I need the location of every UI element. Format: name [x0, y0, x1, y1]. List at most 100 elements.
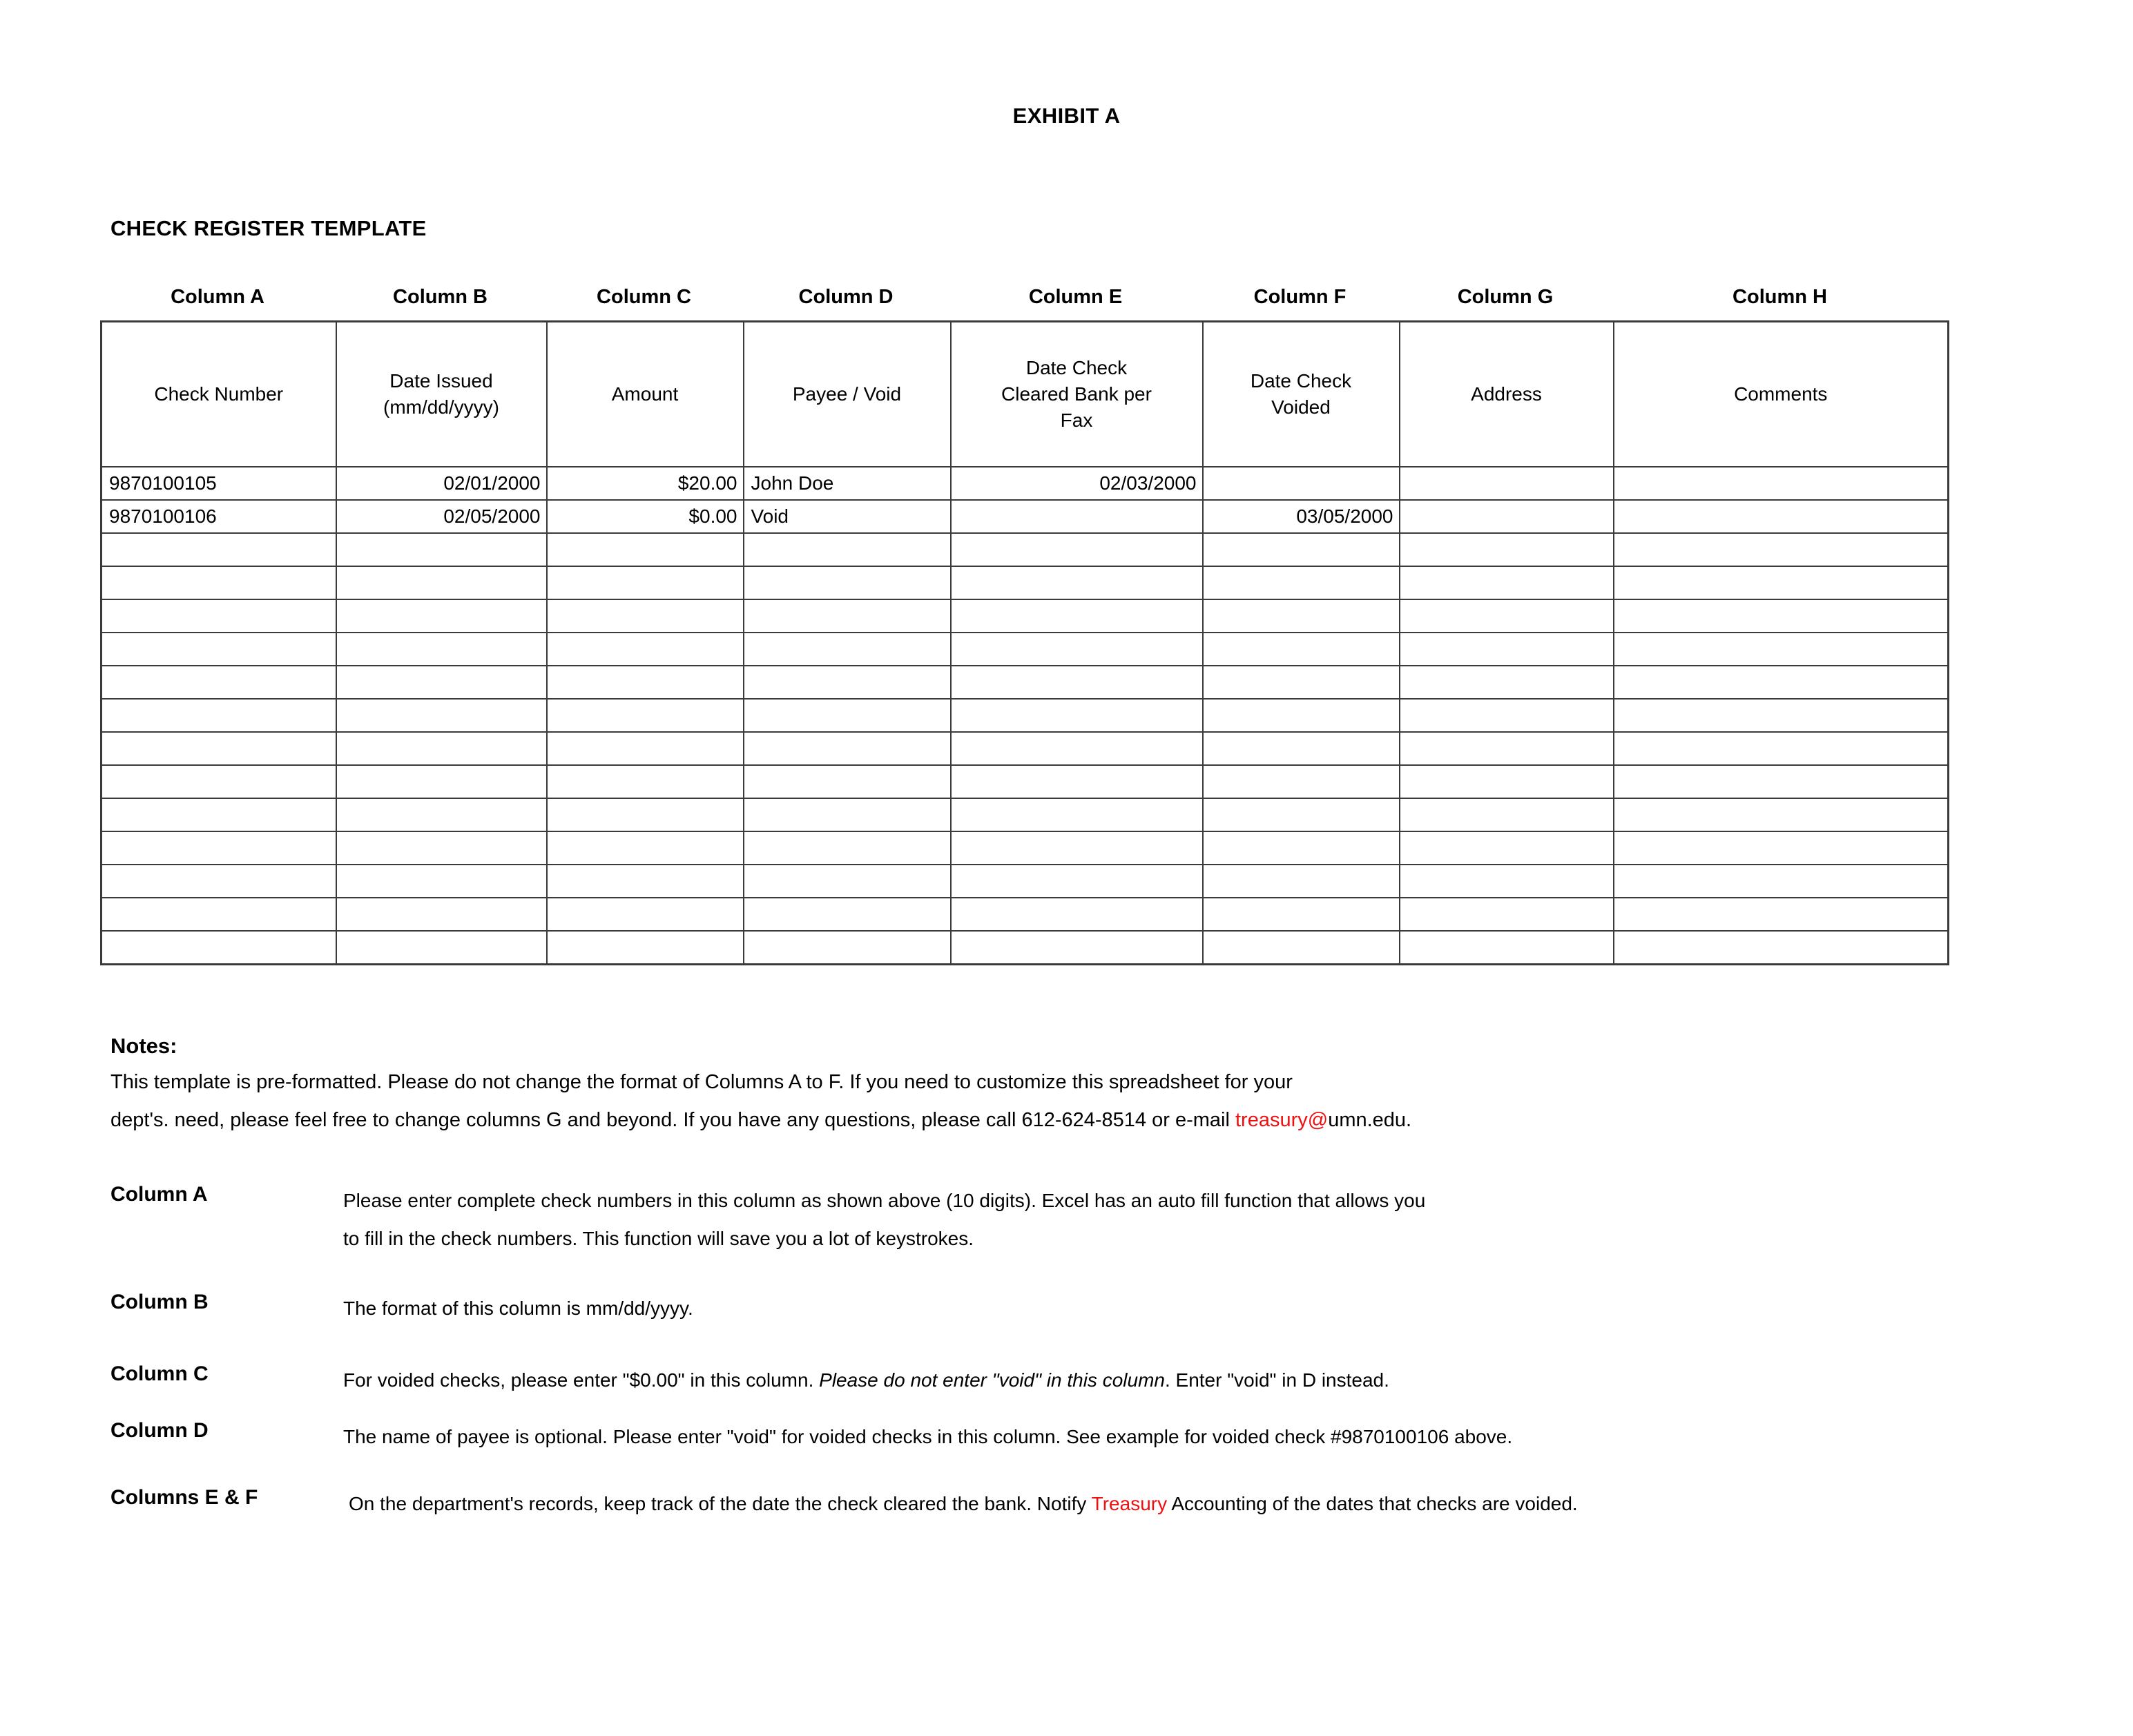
cell-empty[interactable]: [1398, 864, 1614, 898]
cell-empty[interactable]: [100, 665, 337, 700]
cell-empty[interactable]: [1612, 731, 1949, 766]
cell-empty[interactable]: [100, 798, 337, 832]
cell-empty[interactable]: [1398, 831, 1614, 865]
cell-empty[interactable]: [1201, 897, 1400, 932]
cell-empty[interactable]: [1612, 930, 1949, 965]
cell-empty[interactable]: [1612, 831, 1949, 865]
cell-empty[interactable]: [1398, 731, 1614, 766]
cell-empty[interactable]: [1201, 698, 1400, 733]
cell-empty[interactable]: [1612, 532, 1949, 567]
cell-empty[interactable]: [100, 566, 337, 600]
cell-empty[interactable]: [1612, 632, 1949, 666]
cell-empty[interactable]: [546, 930, 744, 965]
cell-check-number[interactable]: 9870100106: [100, 499, 337, 534]
cell-empty[interactable]: [1398, 599, 1614, 633]
cell-empty[interactable]: [1398, 632, 1614, 666]
cell-empty[interactable]: [949, 764, 1204, 799]
cell-empty[interactable]: [1398, 764, 1614, 799]
cell-empty[interactable]: [546, 831, 744, 865]
cell-empty[interactable]: [335, 897, 548, 932]
cell-date-voided[interactable]: [1201, 466, 1400, 501]
cell-empty[interactable]: [949, 798, 1204, 832]
cell-empty[interactable]: [949, 532, 1204, 567]
cell-address[interactable]: [1398, 466, 1614, 501]
cell-empty[interactable]: [1201, 599, 1400, 633]
cell-empty[interactable]: [100, 764, 337, 799]
table-row-empty[interactable]: [100, 532, 1949, 567]
cell-empty[interactable]: [949, 566, 1204, 600]
table-row[interactable]: 9870100106 02/05/2000 $0.00 Void 03/05/2…: [100, 499, 1949, 534]
cell-empty[interactable]: [1201, 831, 1400, 865]
cell-empty[interactable]: [949, 930, 1204, 965]
cell-empty[interactable]: [335, 532, 548, 567]
cell-empty[interactable]: [1201, 731, 1400, 766]
cell-empty[interactable]: [742, 599, 952, 633]
cell-amount[interactable]: $20.00: [546, 466, 744, 501]
table-row-empty[interactable]: [100, 698, 1949, 733]
cell-empty[interactable]: [949, 665, 1204, 700]
cell-empty[interactable]: [335, 798, 548, 832]
cell-empty[interactable]: [1398, 930, 1614, 965]
cell-empty[interactable]: [546, 698, 744, 733]
table-row-empty[interactable]: [100, 731, 1949, 766]
cell-empty[interactable]: [335, 731, 548, 766]
cell-empty[interactable]: [335, 599, 548, 633]
table-row-empty[interactable]: [100, 930, 1949, 965]
table-row-empty[interactable]: [100, 632, 1949, 666]
cell-empty[interactable]: [100, 632, 337, 666]
cell-empty[interactable]: [1612, 864, 1949, 898]
cell-empty[interactable]: [742, 566, 952, 600]
cell-empty[interactable]: [1398, 698, 1614, 733]
cell-empty[interactable]: [1612, 665, 1949, 700]
cell-empty[interactable]: [100, 698, 337, 733]
cell-empty[interactable]: [100, 897, 337, 932]
cell-empty[interactable]: [742, 864, 952, 898]
cell-empty[interactable]: [1398, 566, 1614, 600]
cell-empty[interactable]: [742, 731, 952, 766]
cell-comments[interactable]: [1612, 499, 1949, 534]
cell-empty[interactable]: [546, 566, 744, 600]
cell-empty[interactable]: [100, 864, 337, 898]
cell-check-number[interactable]: 9870100105: [100, 466, 337, 501]
table-row-empty[interactable]: [100, 599, 1949, 633]
cell-empty[interactable]: [949, 831, 1204, 865]
cell-empty[interactable]: [1201, 632, 1400, 666]
cell-empty[interactable]: [335, 864, 548, 898]
cell-empty[interactable]: [1612, 798, 1949, 832]
cell-empty[interactable]: [546, 665, 744, 700]
cell-empty[interactable]: [1612, 764, 1949, 799]
cell-comments[interactable]: [1612, 466, 1949, 501]
cell-empty[interactable]: [949, 632, 1204, 666]
cell-empty[interactable]: [100, 731, 337, 766]
cell-address[interactable]: [1398, 499, 1614, 534]
cell-empty[interactable]: [335, 632, 548, 666]
table-row-empty[interactable]: [100, 831, 1949, 865]
cell-date-voided[interactable]: 03/05/2000: [1201, 499, 1400, 534]
cell-date-cleared[interactable]: [949, 499, 1204, 534]
cell-empty[interactable]: [335, 930, 548, 965]
table-row-empty[interactable]: [100, 897, 1949, 932]
cell-empty[interactable]: [1612, 897, 1949, 932]
cell-empty[interactable]: [742, 764, 952, 799]
cell-empty[interactable]: [1201, 798, 1400, 832]
cell-empty[interactable]: [1201, 930, 1400, 965]
cell-empty[interactable]: [546, 632, 744, 666]
table-row-empty[interactable]: [100, 798, 1949, 832]
cell-empty[interactable]: [949, 731, 1204, 766]
cell-empty[interactable]: [742, 632, 952, 666]
cell-empty[interactable]: [546, 798, 744, 832]
cell-empty[interactable]: [742, 798, 952, 832]
cell-empty[interactable]: [1201, 532, 1400, 567]
cell-empty[interactable]: [100, 599, 337, 633]
table-row-empty[interactable]: [100, 864, 1949, 898]
cell-empty[interactable]: [742, 897, 952, 932]
cell-empty[interactable]: [546, 532, 744, 567]
cell-empty[interactable]: [546, 864, 744, 898]
cell-empty[interactable]: [546, 764, 744, 799]
cell-empty[interactable]: [742, 930, 952, 965]
cell-empty[interactable]: [546, 731, 744, 766]
cell-empty[interactable]: [949, 698, 1204, 733]
table-row-empty[interactable]: [100, 764, 1949, 799]
cell-empty[interactable]: [949, 599, 1204, 633]
cell-empty[interactable]: [1201, 566, 1400, 600]
